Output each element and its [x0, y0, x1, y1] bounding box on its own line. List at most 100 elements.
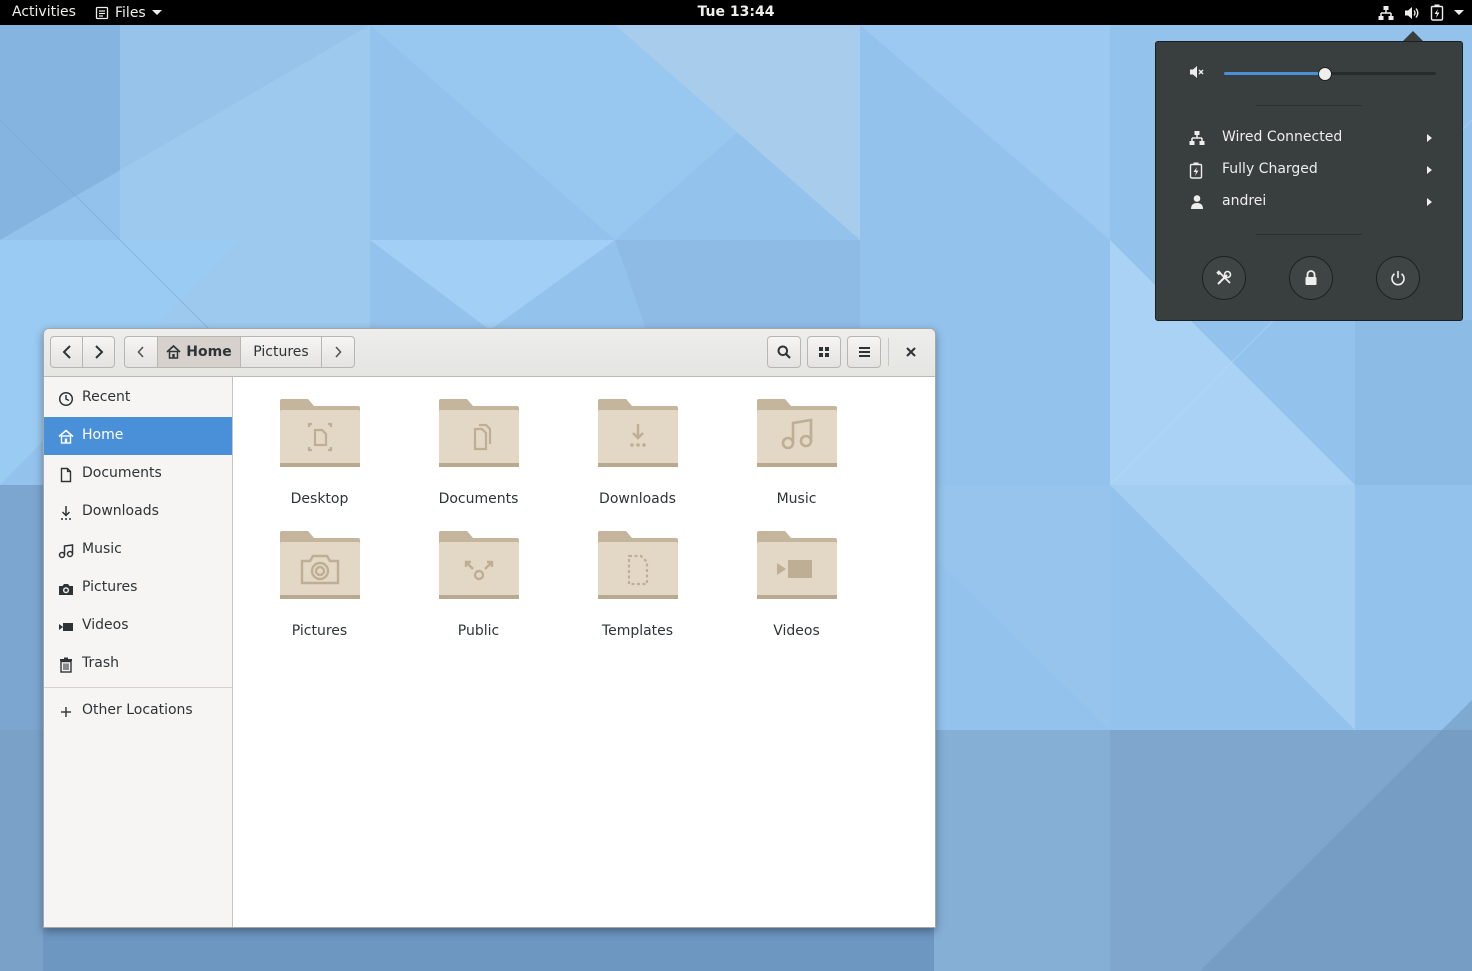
path-bar-label: Home	[186, 344, 232, 360]
activities-button[interactable]: Activities	[12, 0, 76, 25]
sidebar-item-label: Videos	[82, 617, 129, 633]
view-menu-button[interactable]	[847, 336, 881, 368]
power-button[interactable]	[1376, 256, 1420, 300]
menu-item-battery[interactable]: Fully Charged	[1156, 156, 1462, 184]
back-button[interactable]	[50, 336, 83, 368]
menu-item-network[interactable]: Wired Connected	[1156, 124, 1462, 152]
chevron-left-icon	[137, 346, 144, 358]
plus-icon	[61, 707, 71, 717]
trash-icon	[60, 657, 72, 673]
menu-item-label: andrei	[1222, 193, 1267, 209]
lock-icon	[1305, 270, 1317, 285]
network-wired-icon	[1189, 131, 1205, 145]
clock-container: Tue 13:44	[0, 0, 1472, 25]
desktop-folder-icon	[280, 399, 360, 467]
document-icon	[60, 467, 72, 483]
path-bar-pictures[interactable]: Pictures	[240, 336, 322, 368]
public-folder-icon	[439, 531, 519, 599]
search-button[interactable]	[767, 336, 801, 368]
sidebar-separator	[44, 687, 232, 688]
go-back-icon	[62, 345, 71, 359]
folder-label: Desktop	[290, 491, 349, 507]
folder-label: Downloads	[599, 491, 676, 507]
path-scroll-right-button[interactable]	[321, 336, 355, 368]
sidebar-item-label: Home	[82, 427, 124, 443]
clock[interactable]: Tue 13:44	[698, 4, 775, 20]
grid-view-icon	[819, 347, 829, 357]
user-icon	[1191, 195, 1203, 209]
sidebar-item-trash[interactable]: Trash	[44, 645, 232, 683]
folder-item-pictures[interactable]: Pictures	[240, 513, 399, 639]
sidebar-item-documents[interactable]: Documents	[44, 455, 232, 493]
clock-icon	[58, 391, 74, 407]
sidebar-item-downloads[interactable]: Downloads	[44, 493, 232, 531]
documents-folder-icon	[439, 399, 519, 467]
folder-item-templates[interactable]: Templates	[558, 513, 717, 639]
search-icon	[777, 345, 791, 359]
folder-item-desktop[interactable]: Desktop	[240, 381, 399, 507]
view-toggle-button[interactable]	[807, 336, 841, 368]
sidebar-item-pictures[interactable]: Pictures	[44, 569, 232, 607]
submenu-arrow-icon	[1427, 198, 1432, 206]
lock-button[interactable]	[1289, 256, 1333, 300]
system-menu: Wired Connected Fully Charged andrei	[1155, 41, 1463, 321]
folder-item-documents[interactable]: Documents	[399, 381, 558, 507]
videos-folder-icon	[757, 531, 837, 599]
sidebar-item-videos[interactable]: Videos	[44, 607, 232, 645]
hamburger-menu-icon	[858, 347, 870, 357]
sidebar-item-label: Downloads	[82, 503, 159, 519]
close-icon	[906, 347, 916, 357]
status-area[interactable]	[1378, 0, 1464, 25]
path-bar-home[interactable]: Home	[157, 336, 241, 368]
sidebar-item-label: Recent	[82, 389, 131, 405]
music-icon	[58, 544, 74, 559]
menu-separator	[1256, 105, 1362, 106]
sidebar-item-other-locations[interactable]: Other Locations	[44, 692, 232, 730]
chevron-down-icon	[151, 9, 162, 15]
folder-label: Videos	[773, 623, 820, 639]
menu-item-user[interactable]: andrei	[1156, 188, 1462, 216]
templates-folder-icon	[598, 531, 678, 599]
path-bar-label: Pictures	[253, 344, 309, 360]
volume-slider-handle[interactable]	[1317, 67, 1332, 81]
close-button[interactable]	[895, 336, 927, 368]
sidebar-item-label: Pictures	[82, 579, 138, 595]
sidebar-item-home[interactable]: Home	[44, 417, 232, 455]
menu-item-label: Wired Connected	[1222, 129, 1343, 145]
forward-button[interactable]	[82, 336, 115, 368]
home-icon	[58, 429, 74, 444]
menu-item-label: Fully Charged	[1222, 161, 1318, 177]
files-app-icon	[95, 6, 109, 19]
volume-slider[interactable]	[1224, 67, 1436, 81]
music-folder-icon	[757, 399, 837, 467]
app-menu-label: Files	[115, 4, 146, 21]
sidebar-item-label: Other Locations	[82, 702, 193, 718]
files-window: Home Pictures Recent Home Documents Down…	[43, 328, 936, 928]
folder-item-videos[interactable]: Videos	[717, 513, 876, 639]
chevron-down-icon	[1454, 9, 1464, 15]
settings-button[interactable]	[1202, 256, 1246, 300]
power-icon	[1391, 271, 1405, 286]
header-bar: Home Pictures	[44, 329, 935, 377]
downloads-folder-icon	[598, 399, 678, 467]
sidebar-item-music[interactable]: Music	[44, 531, 232, 569]
folder-item-public[interactable]: Public	[399, 513, 558, 639]
battery-charged-icon	[1430, 4, 1444, 21]
submenu-arrow-icon	[1427, 134, 1432, 142]
volume-row	[1156, 60, 1462, 86]
folder-label: Documents	[438, 491, 519, 507]
volume-muted-icon[interactable]	[1189, 64, 1205, 80]
path-scroll-left-button[interactable]	[124, 336, 158, 368]
download-icon	[61, 506, 71, 520]
menu-separator	[1256, 234, 1362, 235]
pictures-folder-icon	[280, 531, 360, 599]
sidebar-item-label: Music	[82, 541, 122, 557]
top-bar: Activities Files Tue 13:44	[0, 0, 1472, 25]
home-icon	[166, 345, 181, 359]
folder-item-music[interactable]: Music	[717, 381, 876, 507]
folder-label: Public	[457, 623, 500, 639]
folder-item-downloads[interactable]: Downloads	[558, 381, 717, 507]
app-menu-button[interactable]: Files	[95, 0, 162, 25]
sidebar-item-recent[interactable]: Recent	[44, 379, 232, 417]
file-icon-view[interactable]: Desktop Documents Downloads Music Pictur…	[233, 377, 935, 927]
